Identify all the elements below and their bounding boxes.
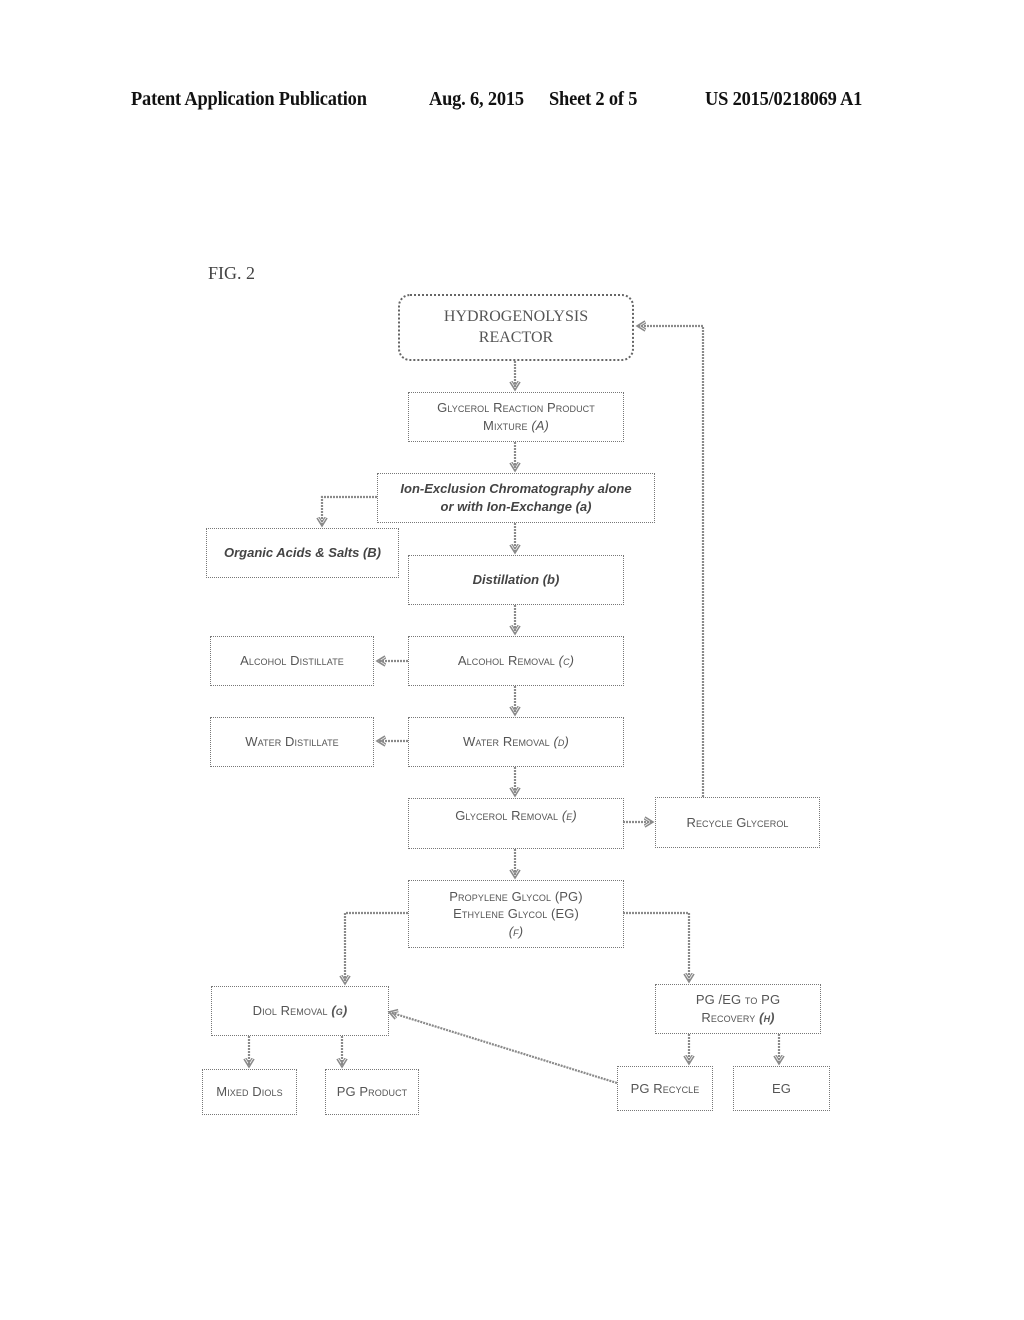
node-mixed-diols: Mixed Diols — [202, 1069, 297, 1115]
organic-acids-label: Organic Acids & Salts (B) — [224, 545, 381, 561]
diol-removal-tag: (g) — [331, 1003, 348, 1019]
pg-eg-tag: (f) — [508, 923, 524, 939]
mixture-line2: Mixture — [483, 418, 528, 433]
glycerol-removal-tag: (e) — [561, 808, 577, 823]
pg-eg-line1: Propylene Glycol (PG) — [449, 888, 583, 904]
node-pg-recycle: PG Recycle — [617, 1066, 713, 1111]
recovery-tag: (h) — [759, 1010, 775, 1025]
node-distillation: Distillation (b) — [408, 555, 624, 605]
eg-label: EG — [772, 1080, 791, 1096]
node-alcohol-distillate: Alcohol Distillate — [210, 636, 374, 686]
node-diol-removal: Diol Removal (g) — [211, 986, 389, 1036]
alcohol-removal-tag: (c) — [558, 653, 575, 669]
recovery-line1: PG /EG to PG — [695, 992, 781, 1008]
node-reaction-product-mixture: Glycerol Reaction Product Mixture (A) — [408, 392, 624, 442]
node-eg: EG — [733, 1066, 830, 1111]
node-alcohol-removal: Alcohol Removal (c) — [408, 636, 624, 686]
arrow-pg-eg-to-recovery — [623, 911, 689, 982]
water-removal-label: Water Removal — [463, 734, 550, 750]
water-distillate-label: Water Distillate — [245, 734, 339, 750]
node-pg-eg: Propylene Glycol (PG) Ethylene Glycol (EG… — [408, 880, 624, 948]
reactor-line2: REACTOR — [478, 328, 554, 346]
arrow-ion-exclusion-to-organic-acids — [322, 495, 377, 526]
node-hydrogenolysis-reactor: HYDROGENOLYSIS REACTOR — [398, 294, 634, 361]
node-recycle-glycerol: Recycle Glycerol — [655, 797, 820, 848]
diol-removal-label: Diol Removal — [252, 1003, 328, 1019]
reactor-line1: HYDROGENOLYSIS — [443, 307, 589, 325]
recovery-line2: Recovery — [701, 1010, 756, 1025]
ion-exclusion-line1: Ion-Exclusion Chromatography alone — [400, 481, 632, 497]
node-organic-acids-salts: Organic Acids & Salts (B) — [206, 528, 399, 578]
node-water-removal: Water Removal (d) — [408, 717, 624, 767]
ion-exclusion-line2: or with Ion-Exchange (a) — [440, 499, 592, 514]
pg-product-label: PG Product — [336, 1084, 408, 1100]
node-pg-product: PG Product — [325, 1069, 419, 1115]
recycle-glycerol-label: Recycle Glycerol — [686, 814, 789, 830]
alcohol-distillate-label: Alcohol Distillate — [240, 653, 344, 669]
alcohol-removal-label: Alcohol Removal — [457, 653, 555, 669]
arrow-pg-eg-to-diol-removal — [345, 911, 408, 984]
arrow-recycle-glycerol-to-reactor — [637, 326, 705, 797]
node-glycerol-removal: Glycerol Removal (e) — [408, 798, 624, 849]
arrow-pg-recycle-to-diol-removal — [389, 1012, 618, 1085]
mixture-line1: Glycerol Reaction Product — [437, 400, 595, 416]
distillation-label: Distillation (b) — [472, 572, 560, 588]
node-pg-eg-recovery: PG /EG to PG Recovery (h) — [655, 984, 821, 1034]
pg-eg-line2: Ethylene Glycol (EG) — [453, 906, 579, 922]
node-ion-exclusion: Ion-Exclusion Chromatography alone or wit… — [377, 473, 655, 523]
water-removal-tag: (d) — [553, 734, 569, 750]
node-water-distillate: Water Distillate — [210, 717, 374, 767]
mixed-diols-label: Mixed Diols — [216, 1084, 283, 1100]
glycerol-removal-label: Glycerol Removal — [455, 808, 559, 823]
pg-recycle-label: PG Recycle — [630, 1080, 700, 1096]
mixture-tag: (A) — [531, 418, 549, 433]
